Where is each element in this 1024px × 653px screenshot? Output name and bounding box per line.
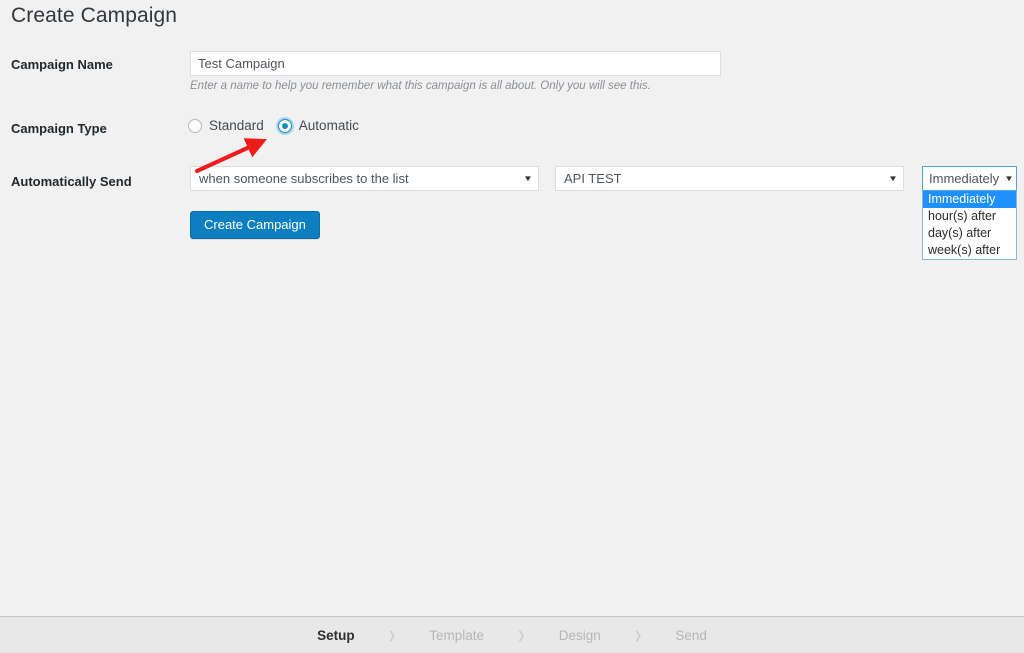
campaign-name-input[interactable] xyxy=(190,51,721,76)
label-automatically-send: Automatically Send xyxy=(11,174,132,189)
radio-option-standard[interactable]: Standard xyxy=(188,118,264,133)
wizard-step-design[interactable]: Design xyxy=(559,628,601,643)
step-separator-icon: › xyxy=(388,619,396,651)
radio-option-automatic[interactable]: Automatic xyxy=(277,118,359,133)
trigger-event-select-value: when someone subscribes to the list xyxy=(199,171,409,186)
campaign-type-radio-group: Standard Automatic xyxy=(188,118,373,133)
wizard-steps: Setup › Template › Design › Send xyxy=(317,621,707,649)
wizard-step-template[interactable]: Template xyxy=(429,628,484,643)
wizard-step-send[interactable]: Send xyxy=(675,628,707,643)
delay-option-hours-after[interactable]: hour(s) after xyxy=(923,208,1016,225)
chevron-down-icon: ▼ xyxy=(888,173,898,183)
delay-select-options: Immediately hour(s) after day(s) after w… xyxy=(922,191,1017,260)
radio-label-automatic: Automatic xyxy=(298,118,359,133)
chevron-down-icon: ▼ xyxy=(1004,173,1014,183)
step-separator-icon: › xyxy=(518,619,525,651)
delay-option-weeks-after[interactable]: week(s) after xyxy=(923,242,1016,259)
wizard-step-setup[interactable]: Setup xyxy=(317,628,355,643)
chevron-down-icon: ▼ xyxy=(523,173,533,183)
create-campaign-form: Campaign Name Enter a name to help you r… xyxy=(0,46,1024,260)
wizard-footer: Setup › Template › Design › Send xyxy=(0,616,1024,653)
delay-select[interactable]: Immediately ▼ xyxy=(922,166,1017,191)
create-campaign-button[interactable]: Create Campaign xyxy=(190,211,320,239)
form-actions: Create Campaign xyxy=(0,206,1024,246)
delay-option-immediately[interactable]: Immediately xyxy=(923,191,1016,208)
label-campaign-name: Campaign Name xyxy=(11,57,113,72)
trigger-event-select[interactable]: when someone subscribes to the list ▼ xyxy=(190,166,539,191)
page-title: Create Campaign xyxy=(11,4,178,27)
delay-option-days-after[interactable]: day(s) after xyxy=(923,225,1016,242)
delay-select-value: Immediately xyxy=(929,171,1000,186)
form-row-campaign-type: Campaign Type Standard Automatic xyxy=(0,118,1024,166)
label-campaign-type: Campaign Type xyxy=(11,121,107,136)
campaign-name-hint: Enter a name to help you remember what t… xyxy=(190,80,651,92)
delay-select-wrapper: Immediately ▼ Immediately hour(s) after … xyxy=(922,166,1017,260)
radio-circle-selected-icon xyxy=(277,118,292,133)
mailing-list-select-value: API TEST xyxy=(564,171,622,186)
radio-circle-icon xyxy=(188,118,202,133)
radio-label-standard: Standard xyxy=(209,118,264,133)
form-row-campaign-name: Campaign Name Enter a name to help you r… xyxy=(0,46,1024,118)
form-row-automatically-send: Automatically Send when someone subscrib… xyxy=(0,166,1024,260)
mailing-list-select[interactable]: API TEST ▼ xyxy=(555,166,904,191)
step-separator-icon: › xyxy=(634,619,642,651)
